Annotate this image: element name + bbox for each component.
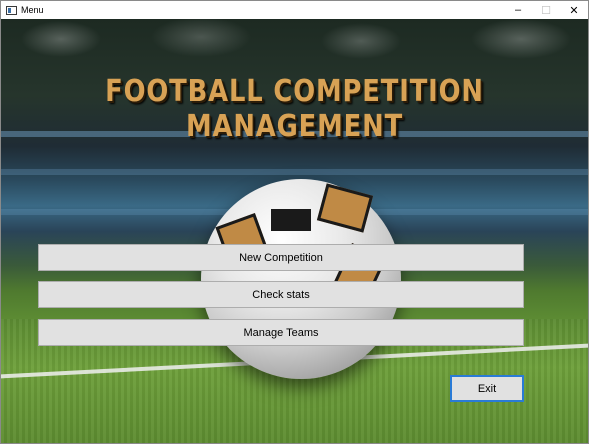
app-headline: FOOTBALL COMPETITION MANAGEMENT	[105, 74, 484, 144]
title-bar[interactable]: Menu – ☐ ✕	[1, 1, 588, 19]
close-icon[interactable]: ✕	[560, 1, 588, 19]
app-window-icon	[6, 5, 17, 15]
football-image	[201, 179, 401, 379]
exit-button[interactable]: Exit	[450, 375, 524, 402]
ball-panel	[316, 183, 374, 233]
menu-window: Menu – ☐ ✕ FOOTBALL COMPETITION MANAGEME…	[0, 0, 589, 444]
minimize-icon[interactable]: –	[504, 1, 532, 19]
manage-teams-button[interactable]: Manage Teams	[38, 319, 524, 346]
maximize-icon: ☐	[541, 4, 551, 17]
menu-background: FOOTBALL COMPETITION MANAGEMENT New Comp…	[1, 19, 588, 443]
new-competition-button[interactable]: New Competition	[38, 244, 524, 271]
window-title: Menu	[21, 5, 44, 15]
stadium-lights	[1, 19, 588, 79]
window-controls: – ☐ ✕	[504, 1, 588, 19]
stadium-stand-band	[1, 169, 588, 175]
check-stats-button[interactable]: Check stats	[38, 281, 524, 308]
ball-panel	[271, 209, 311, 231]
